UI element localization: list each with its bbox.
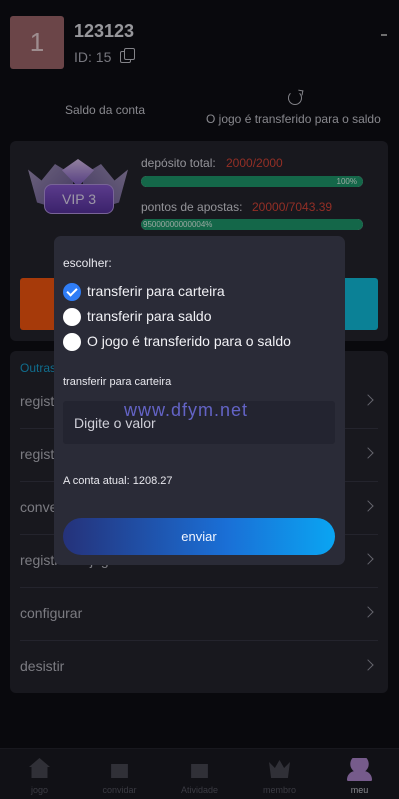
radio-unchecked-icon	[63, 333, 81, 351]
amount-field[interactable]	[63, 401, 335, 444]
radio-label: transferir para carteira	[87, 283, 225, 299]
amount-input[interactable]	[63, 401, 335, 444]
choose-label: escolher:	[63, 256, 112, 270]
section-title: transferir para carteira	[63, 376, 172, 388]
radio-unchecked-icon	[63, 308, 81, 326]
transfer-dialog: escolher: transferir para carteira trans…	[54, 236, 345, 565]
radio-label: transferir para saldo	[87, 308, 212, 324]
submit-button[interactable]: enviar	[63, 518, 335, 555]
radio-label: O jogo é transferido para o saldo	[87, 333, 291, 349]
current-balance: A conta atual: 1208.27	[63, 475, 173, 487]
radio-checked-icon	[63, 283, 81, 301]
